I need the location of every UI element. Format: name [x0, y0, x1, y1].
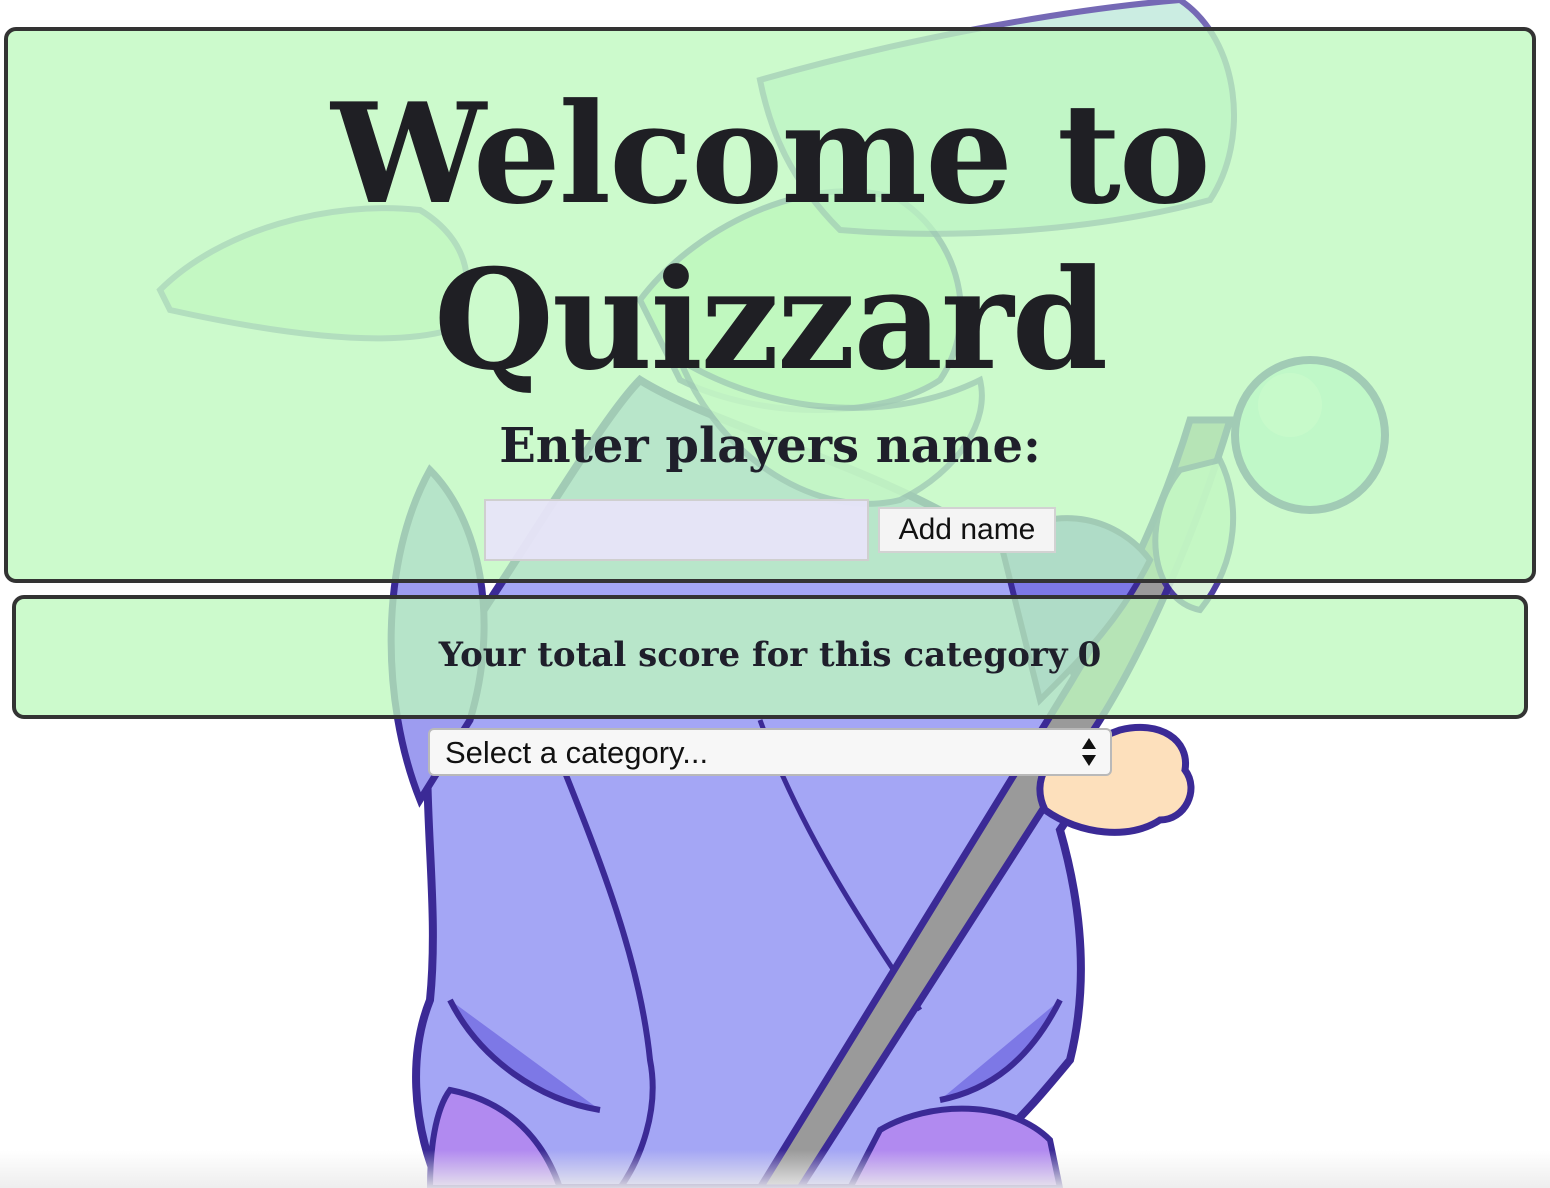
add-name-button[interactable]: Add name [878, 507, 1056, 553]
up-down-arrows-icon [1082, 738, 1096, 766]
category-select[interactable]: Select a category... [428, 728, 1112, 776]
player-name-input[interactable] [484, 499, 869, 561]
page-title: Welcome to Quizzard [331, 72, 1211, 401]
name-entry-row: Add name [8, 497, 1532, 563]
quizzard-page: Welcome to Quizzard Enter players name: … [0, 0, 1550, 1188]
score-value: 0 [1077, 635, 1102, 675]
player-name-prompt: Enter players name: [499, 418, 1041, 474]
score-panel: Your total score for this category 0 [12, 595, 1528, 719]
score-label: Your total score for this category [438, 635, 1068, 675]
score-line: Your total score for this category 0 [16, 627, 1524, 683]
welcome-panel: Welcome to Quizzard Enter players name: … [4, 27, 1536, 583]
category-select-value: Select a category... [445, 735, 709, 770]
bottom-fade [0, 1150, 1550, 1188]
